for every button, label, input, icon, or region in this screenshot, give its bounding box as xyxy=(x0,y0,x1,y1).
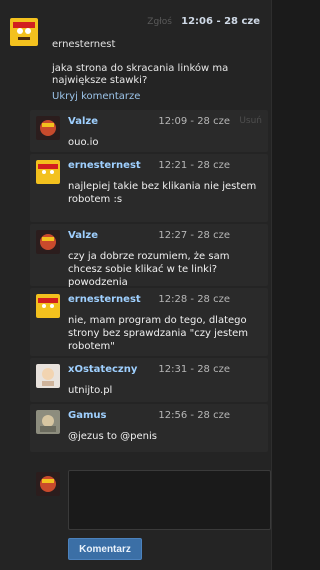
reply-time: 12:21 - 28 cze xyxy=(158,160,230,171)
post-author[interactable]: ernesternest xyxy=(52,39,115,50)
collapse-comments-link[interactable]: Ukryj komentarze xyxy=(52,91,140,102)
post-meta: Zgłoś 12:06 - 28 cze xyxy=(147,16,260,27)
reply-time: 12:09 - 28 cze xyxy=(158,116,230,127)
reply-author[interactable]: Gamus xyxy=(68,410,106,421)
reply-author[interactable]: Valze xyxy=(68,230,98,241)
report-link[interactable]: Zgłoś xyxy=(147,17,172,27)
comment-panel: Zgłoś 12:06 - 28 cze ernesternest jaka s… xyxy=(0,0,272,570)
reply-item: xOstateczny 12:31 - 28 cze utnijto.pl xyxy=(30,358,268,402)
avatar[interactable] xyxy=(36,410,60,434)
comment-input[interactable] xyxy=(68,470,271,530)
reply-author[interactable]: ernesternest xyxy=(68,160,141,171)
reply-time: 12:56 - 28 cze xyxy=(158,410,230,421)
comment-composer: Komentarz xyxy=(30,466,271,562)
reply-text: ouo.io xyxy=(68,137,99,148)
reply-item: Valze 12:09 - 28 cze Usuń ouo.io xyxy=(30,110,268,152)
reply-item: ernesternest 12:21 - 28 cze najlepiej ta… xyxy=(30,154,268,222)
avatar[interactable] xyxy=(36,116,60,140)
reply-text: najlepiej takie bez klikania nie jestem … xyxy=(68,181,257,205)
avatar[interactable] xyxy=(36,294,60,318)
reply-text: nie, mam program do tego, dlatego strony… xyxy=(68,315,249,352)
avatar[interactable] xyxy=(36,364,60,388)
reply-author[interactable]: Valze xyxy=(68,116,98,127)
delete-link[interactable]: Usuń xyxy=(239,116,262,126)
post-text: jaka strona do skracania linków ma najwi… xyxy=(52,63,229,86)
avatar[interactable] xyxy=(36,230,60,254)
reply-item: ernesternest 12:28 - 28 cze nie, mam pro… xyxy=(30,288,268,356)
avatar[interactable] xyxy=(36,160,60,184)
submit-comment-button[interactable]: Komentarz xyxy=(68,538,142,560)
reply-item: Valze 12:27 - 28 cze czy ja dobrze rozum… xyxy=(30,224,268,288)
avatar[interactable] xyxy=(10,18,38,46)
reply-author[interactable]: ernesternest xyxy=(68,294,141,305)
post-time: 12:06 - 28 cze xyxy=(181,16,260,27)
reply-time: 12:31 - 28 cze xyxy=(158,364,230,375)
reply-item: Gamus 12:56 - 28 cze @jezus to @penis xyxy=(30,404,268,452)
avatar[interactable] xyxy=(36,472,60,496)
reply-time: 12:27 - 28 cze xyxy=(158,230,230,241)
reply-text: czy ja dobrze rozumiem, że sam chcesz so… xyxy=(68,251,230,288)
reply-time: 12:28 - 28 cze xyxy=(158,294,230,305)
reply-author[interactable]: xOstateczny xyxy=(68,364,137,375)
reply-text: utnijto.pl xyxy=(68,385,113,396)
reply-text: @jezus to @penis xyxy=(68,431,157,442)
